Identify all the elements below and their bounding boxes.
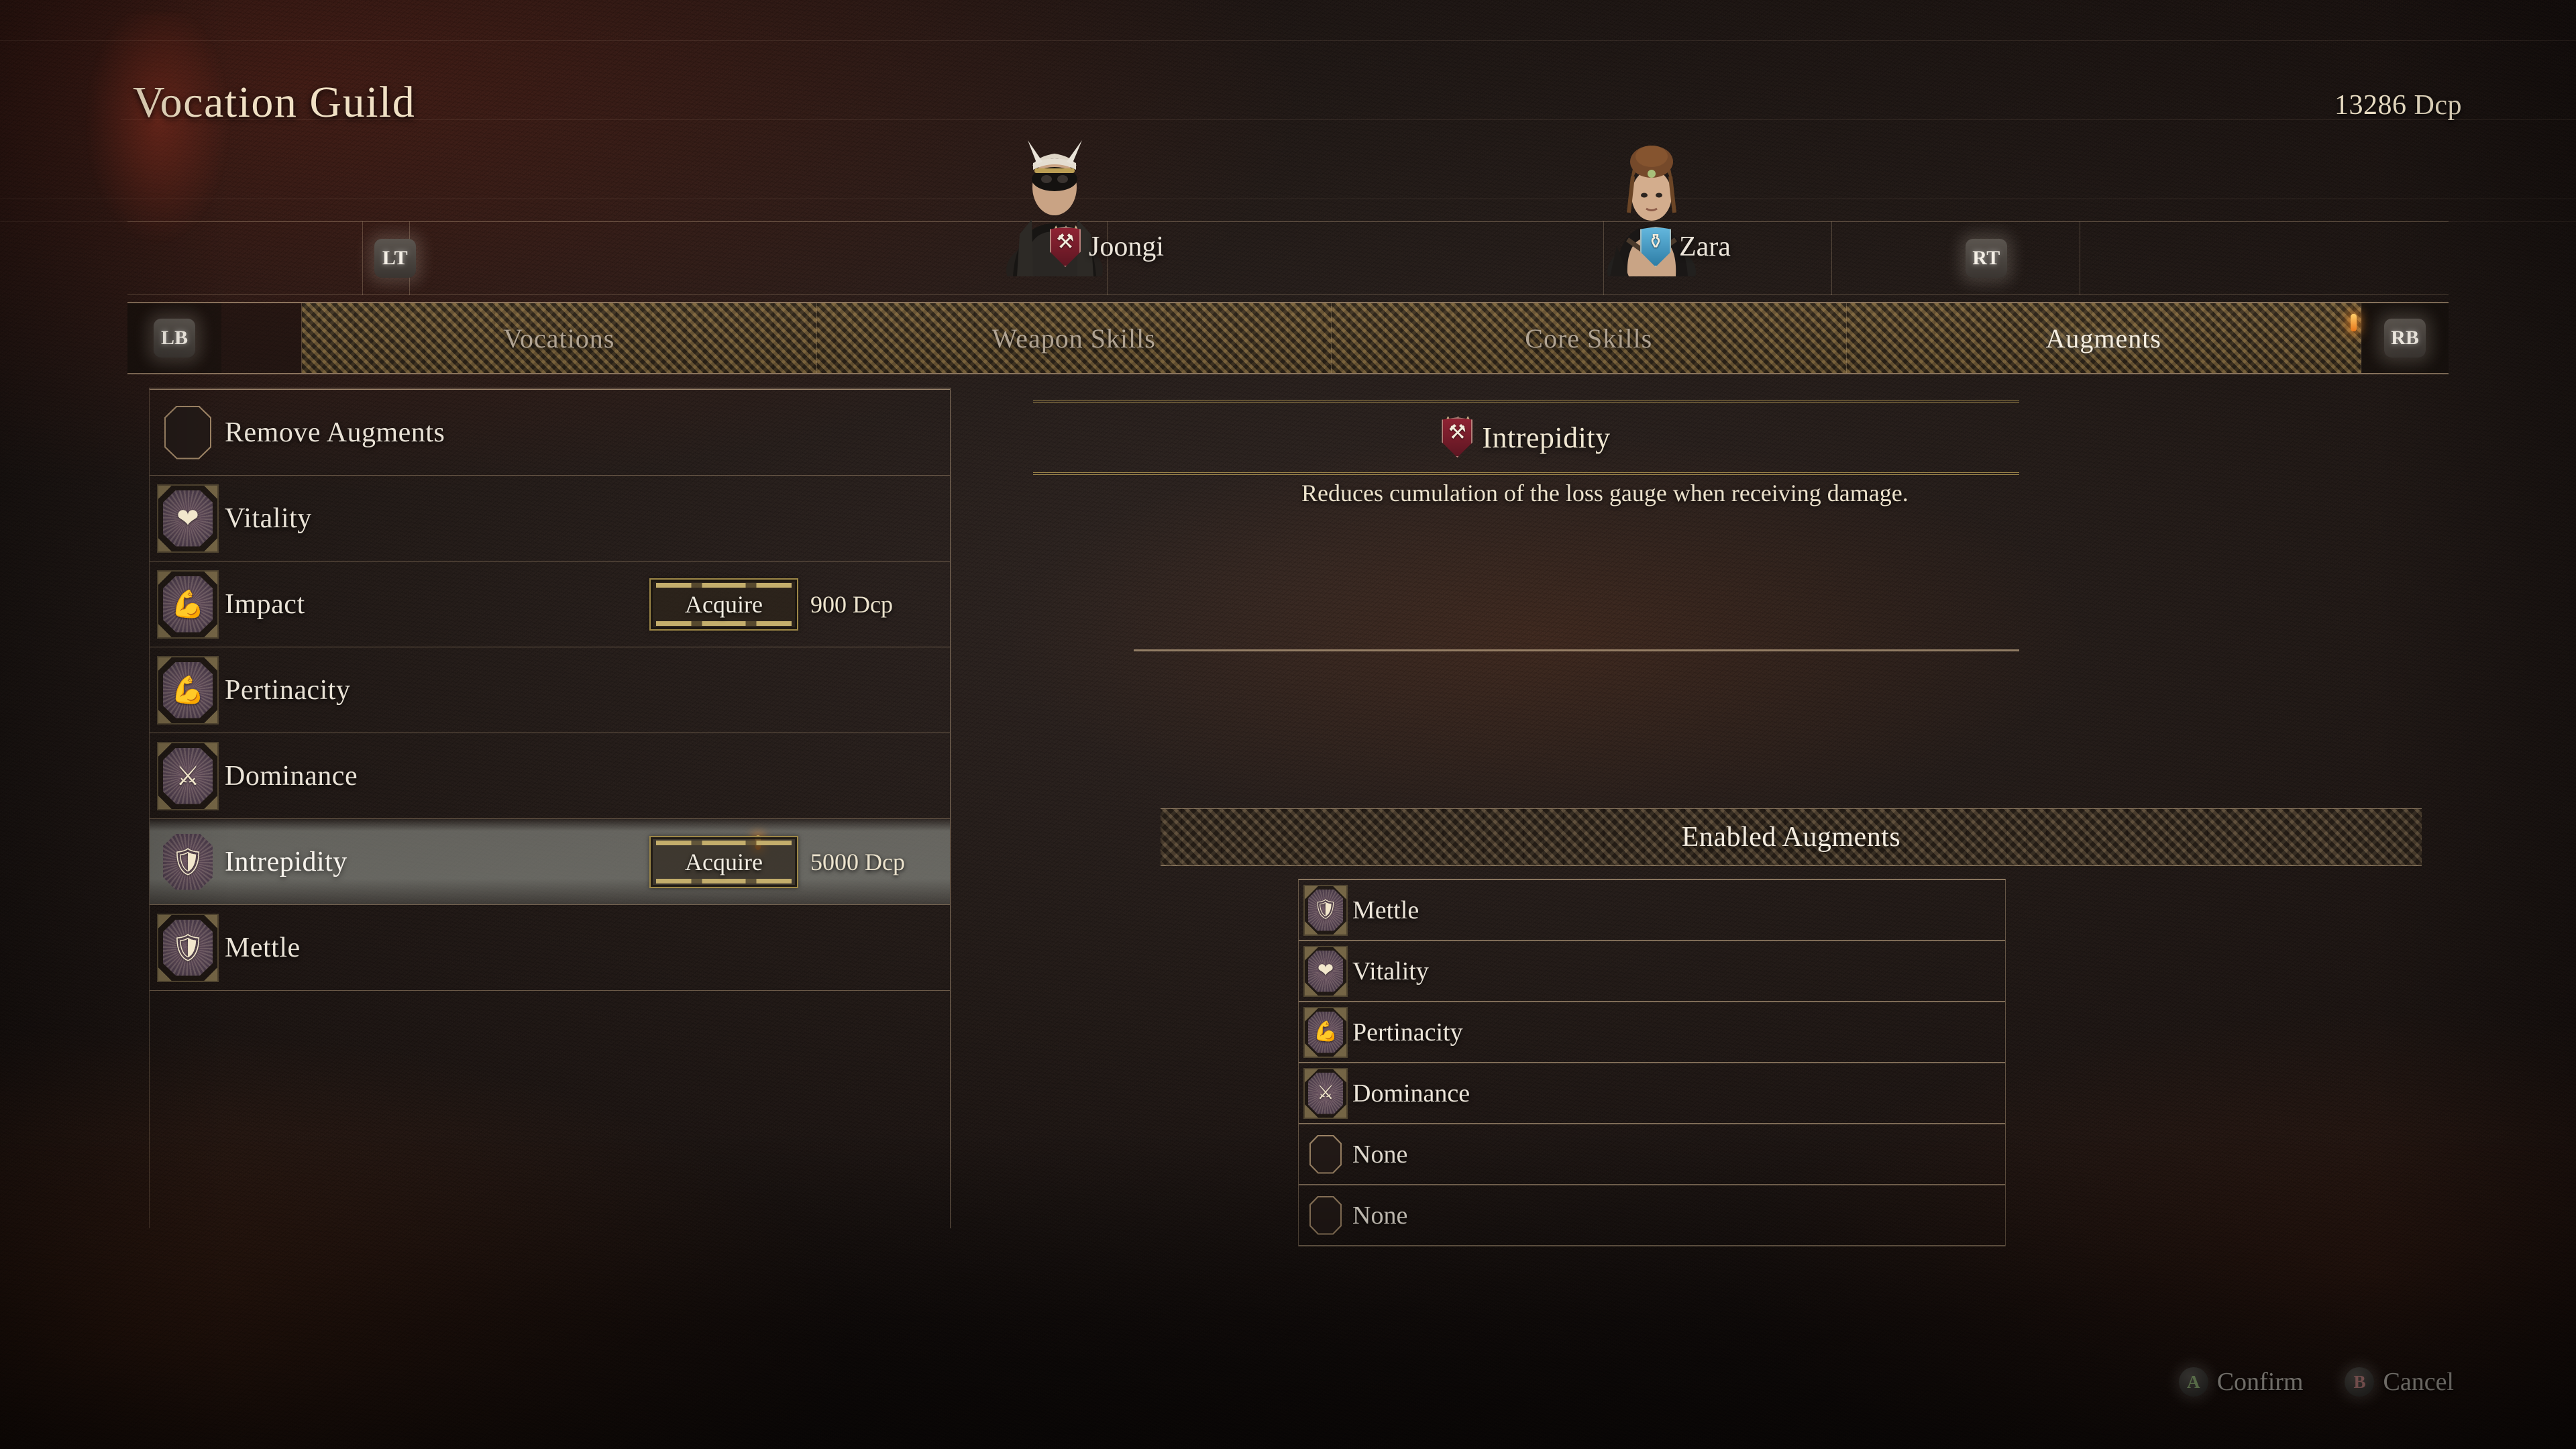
detail-divider [1134, 649, 2019, 651]
heart-icon: ❤ [157, 484, 219, 553]
tab-label-weapon-skills: Weapon Skills [991, 323, 1156, 354]
heart-icon: ❤ [1303, 945, 1348, 997]
empty-octagon-icon [1308, 1134, 1343, 1175]
tab-augments[interactable]: Augments [1846, 303, 2361, 373]
active-tab-marker [2351, 314, 2357, 331]
background-hairline [0, 40, 2576, 41]
character-tab-zara[interactable]: ⚱ Zara [1640, 227, 1731, 267]
augment-list-panel: Remove Augments ❤ Vitality 💪 Impact Acqu… [149, 388, 951, 1228]
footer-prompts: A Confirm B Cancel [2178, 1367, 2454, 1397]
character-name-joongi: Joongi [1089, 231, 1165, 262]
augment-detail-name: Intrepidity [1482, 421, 1611, 454]
enabled-slot-1[interactable]: ❤ Vitality [1299, 941, 2005, 1002]
augment-row-remove-augments[interactable]: Remove Augments [150, 390, 950, 476]
strip-bottom-line [127, 294, 2449, 295]
acquire-button-impact[interactable]: Acquire [649, 578, 798, 631]
augment-detail-header: ▲▲▲ ⚒ Intrepidity [1033, 400, 2019, 475]
shield-icon: 🛡 [1303, 884, 1348, 936]
enabled-augments-list: 🛡 Mettle ❤ Vitality 💪 Pertinacity ⚔ Domi… [1298, 879, 2006, 1246]
a-button-icon: A [2178, 1367, 2208, 1397]
enabled-slot-name: Pertinacity [1352, 1018, 1463, 1046]
augment-name: Vitality [225, 502, 312, 534]
page-title: Vocation Guild [133, 78, 416, 127]
main-tab-bar: LB Vocations Weapon Skills Core Skills A… [127, 302, 2449, 374]
augment-price: 5000 Dcp [810, 848, 905, 875]
acquire-button-label: Acquire [685, 848, 763, 875]
acquire-button-intrepidity[interactable]: Acquire [649, 835, 798, 888]
vocation-guild-screen: Vocation Guild 13286 Dcp LT ⚒ Joongi ⚱ Z… [0, 0, 2576, 1449]
shield-icon: 🛡 [157, 913, 219, 982]
warrior-shield-icon: ▲▲▲ ⚒ [1442, 413, 1474, 458]
empty-octagon-icon [163, 405, 213, 461]
raised-arm-icon: 💪 [157, 655, 219, 724]
crossed-swords-icon: ⚔ [157, 741, 219, 810]
right-bumper-button[interactable]: RB [2384, 319, 2426, 358]
augment-row-actions: Acquire 900 Dcp [649, 578, 938, 631]
enabled-slot-2[interactable]: 💪 Pertinacity [1299, 1002, 2005, 1063]
augment-detail-description: Reduces cumulation of the loss gauge whe… [1301, 480, 1909, 506]
tab-spacer-left [221, 303, 302, 373]
background-hairline [121, 119, 2576, 120]
augment-name: Mettle [225, 932, 301, 963]
b-button-icon: B [2345, 1367, 2375, 1397]
tab-core-skills[interactable]: Core Skills [1332, 303, 1847, 373]
enabled-slot-name: Dominance [1352, 1079, 1470, 1108]
strip-divider [1831, 221, 1832, 295]
crossed-swords-icon: ⚔ [1303, 1067, 1348, 1119]
left-trigger-button[interactable]: LT [374, 239, 416, 278]
augment-row-impact[interactable]: 💪 Impact Acquire 900 Dcp [150, 561, 950, 647]
augment-name: Impact [225, 588, 305, 620]
currency-display: 13286 Dcp [2334, 90, 2462, 121]
augment-row-vitality[interactable]: ❤ Vitality [150, 476, 950, 561]
augment-row-intrepidity[interactable]: 🛡 Intrepidity Acquire 5000 Dcp [150, 819, 950, 905]
augment-row-actions: Acquire 5000 Dcp [649, 835, 938, 888]
warrior-shield-icon: ▲▲▲ ⚒ [1050, 222, 1081, 267]
enabled-slot-name: Mettle [1352, 896, 1419, 924]
augment-row-pertinacity[interactable]: 💪 Pertinacity [150, 647, 950, 733]
confirm-label: Confirm [2216, 1368, 2304, 1396]
raised-arm-icon: 💪 [1303, 1006, 1348, 1058]
augment-name: Pertinacity [225, 674, 351, 706]
strip-divider [362, 221, 363, 295]
shield-icon: 🛡 [161, 832, 215, 892]
character-tab-joongi[interactable]: ▲▲▲ ⚒ Joongi [1050, 222, 1165, 267]
title-ornament [87, 13, 288, 255]
enabled-slot-name: Vitality [1352, 957, 1429, 985]
augment-price: 900 Dcp [810, 590, 893, 618]
tab-label-augments: Augments [2045, 323, 2161, 354]
raised-arm-icon: 💪 [157, 570, 219, 639]
tab-vocations[interactable]: Vocations [302, 303, 817, 373]
augment-row-dominance[interactable]: ⚔ Dominance [150, 733, 950, 819]
enabled-slot-3[interactable]: ⚔ Dominance [1299, 1063, 2005, 1124]
tab-label-core-skills: Core Skills [1525, 323, 1653, 354]
mage-shield-icon: ⚱ [1640, 227, 1671, 267]
augment-name: Intrepidity [225, 846, 347, 877]
augment-name: Remove Augments [225, 417, 445, 448]
tab-label-vocations: Vocations [503, 323, 615, 354]
enabled-slot-4[interactable]: None [1299, 1124, 2005, 1185]
strip-divider [1603, 221, 1604, 295]
tab-weapon-skills[interactable]: Weapon Skills [816, 303, 1332, 373]
right-trigger-button[interactable]: RT [1966, 239, 2007, 278]
left-bumper-button[interactable]: LB [154, 319, 195, 358]
augment-row-mettle[interactable]: 🛡 Mettle [150, 905, 950, 991]
character-name-zara: Zara [1679, 231, 1731, 262]
character-selector-bar: LT ▲▲▲ ⚒ Joongi [127, 140, 2449, 295]
left-bumper-slot: LB [127, 303, 221, 373]
acquire-button-label: Acquire [685, 590, 763, 618]
enabled-slot-name: None [1352, 1140, 1408, 1169]
enabled-slot-name: None [1352, 1201, 1408, 1230]
enabled-augments-banner: Enabled Augments [1161, 808, 2422, 866]
enabled-augments-title: Enabled Augments [1681, 822, 1901, 853]
confirm-prompt[interactable]: A Confirm [2178, 1367, 2304, 1397]
strip-top-line [127, 221, 2449, 222]
cancel-label: Cancel [2383, 1368, 2454, 1396]
enabled-slot-0[interactable]: 🛡 Mettle [1299, 880, 2005, 941]
augment-name: Dominance [225, 760, 358, 792]
right-bumper-slot: RB [2361, 303, 2449, 373]
cancel-prompt[interactable]: B Cancel [2345, 1367, 2454, 1397]
enabled-slot-5[interactable]: None [1299, 1185, 2005, 1246]
empty-octagon-icon [1308, 1195, 1343, 1236]
